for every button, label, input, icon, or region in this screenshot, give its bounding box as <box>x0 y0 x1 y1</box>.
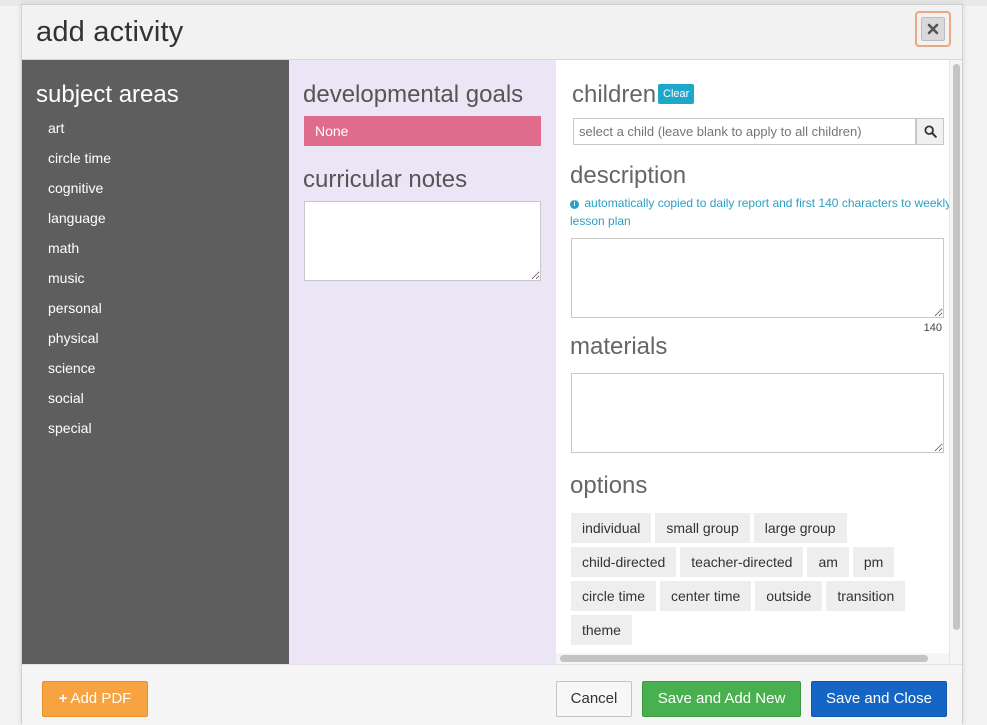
options-row: individual small group large group <box>571 513 951 547</box>
option-tag[interactable]: individual <box>571 513 652 543</box>
options-heading: options <box>570 472 648 499</box>
subject-item[interactable]: personal <box>48 298 111 328</box>
save-and-add-new-button[interactable]: Save and Add New <box>642 681 801 717</box>
close-icon <box>921 17 945 41</box>
option-tag[interactable]: small group <box>655 513 750 543</box>
search-icon <box>923 125 937 138</box>
materials-heading: materials <box>570 333 668 360</box>
close-button[interactable] <box>915 11 951 47</box>
info-icon: i <box>570 200 579 209</box>
materials-textarea[interactable] <box>571 373 944 453</box>
activity-details-panel: children Clear description i automatical… <box>556 60 962 664</box>
description-help: i automatically copied to daily report a… <box>570 194 960 230</box>
developmental-goals-panel: developmental goals None curricular note… <box>289 60 556 664</box>
subject-areas-heading: subject areas <box>36 81 179 108</box>
subject-item[interactable]: science <box>48 358 111 388</box>
option-tag[interactable]: pm <box>852 547 895 577</box>
plus-icon: + <box>58 690 68 707</box>
description-textarea[interactable] <box>571 238 944 318</box>
subject-item[interactable]: physical <box>48 328 111 358</box>
options-row: theme <box>571 615 951 649</box>
description-char-count: 140 <box>923 322 942 334</box>
curricular-notes-textarea[interactable] <box>304 201 541 281</box>
option-tag[interactable]: theme <box>571 615 632 645</box>
subject-item[interactable]: math <box>48 238 111 268</box>
option-tag[interactable]: child-directed <box>571 547 677 577</box>
cancel-button[interactable]: Cancel <box>556 681 632 717</box>
horizontal-scrollbar[interactable] <box>556 653 949 664</box>
subject-item[interactable]: language <box>48 208 111 238</box>
clear-children-button[interactable]: Clear <box>658 84 695 104</box>
goal-option-none[interactable]: None <box>304 116 541 146</box>
subject-item[interactable]: art <box>48 118 111 148</box>
subject-item[interactable]: cognitive <box>48 178 111 208</box>
option-tag[interactable]: large group <box>753 513 847 543</box>
subject-areas-panel: subject areas art circle time cognitive … <box>22 60 289 664</box>
description-help-text: automatically copied to daily report and… <box>570 196 952 228</box>
save-and-close-button[interactable]: Save and Close <box>811 681 947 717</box>
child-search-button[interactable] <box>916 118 944 145</box>
option-tag[interactable]: am <box>807 547 849 577</box>
modal-footer: + Add PDF Cancel Save and Add New Save an… <box>22 664 962 725</box>
options-row: circle time center time outside transiti… <box>571 581 951 615</box>
curricular-notes-heading: curricular notes <box>303 166 468 193</box>
add-activity-modal: add activity subject areas art circle ti… <box>21 4 963 725</box>
horizontal-scrollbar-thumb[interactable] <box>560 655 928 662</box>
subject-list: art circle time cognitive language math … <box>48 118 111 448</box>
add-pdf-button[interactable]: + Add PDF <box>42 681 148 717</box>
description-heading: description <box>570 162 687 189</box>
modal-header: add activity <box>22 5 962 60</box>
child-select-input[interactable] <box>573 118 916 145</box>
options-row: child-directed teacher-directed am pm <box>571 547 951 581</box>
option-tag[interactable]: center time <box>660 581 752 611</box>
options-group: individual small group large group child… <box>571 513 951 649</box>
subject-item[interactable]: music <box>48 268 111 298</box>
subject-item[interactable]: social <box>48 388 111 418</box>
vertical-scrollbar-thumb[interactable] <box>953 64 960 630</box>
option-tag[interactable]: circle time <box>571 581 657 611</box>
vertical-scrollbar[interactable] <box>949 60 962 664</box>
modal-title: add activity <box>36 16 184 48</box>
subject-item[interactable]: special <box>48 418 111 448</box>
children-heading: children <box>572 81 657 108</box>
subject-item[interactable]: circle time <box>48 148 111 178</box>
option-tag[interactable]: outside <box>755 581 823 611</box>
option-tag[interactable]: teacher-directed <box>680 547 804 577</box>
option-tag[interactable]: transition <box>826 581 906 611</box>
add-pdf-label: Add PDF <box>70 690 132 707</box>
developmental-goals-heading: developmental goals <box>303 81 524 108</box>
